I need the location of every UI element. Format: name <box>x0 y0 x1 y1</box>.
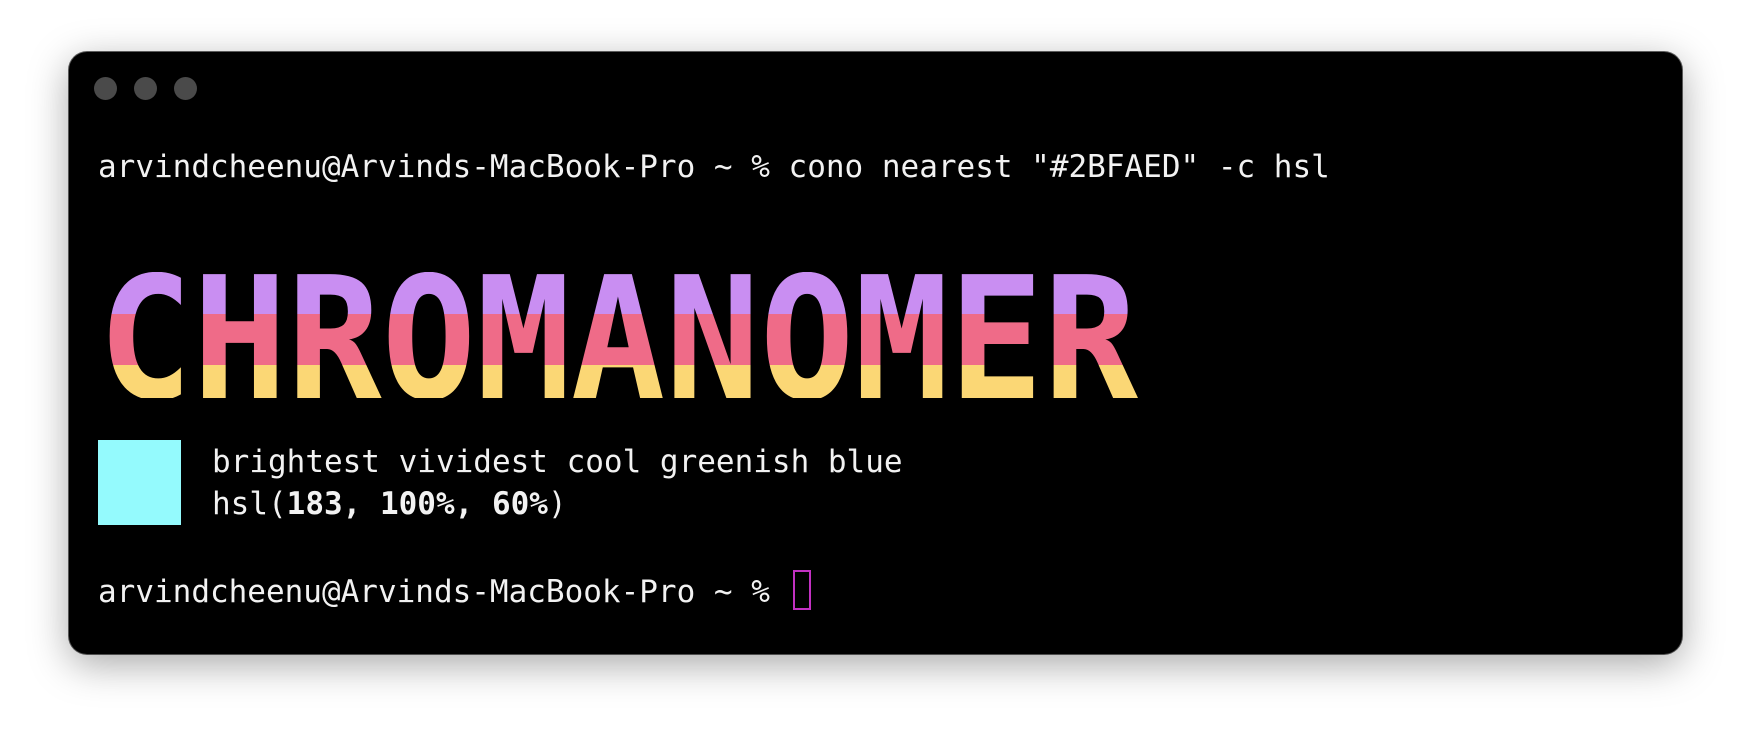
terminal-window: arvindcheenu@Arvinds-MacBook-Pro ~ % con… <box>69 52 1682 654</box>
window-controls <box>94 77 197 100</box>
banner-text: CHROMANOMER <box>98 272 1138 398</box>
text-cursor <box>792 570 811 610</box>
minimize-button[interactable] <box>134 77 157 100</box>
color-swatch <box>98 440 181 525</box>
zoom-button[interactable] <box>174 77 197 100</box>
chromanomer-banner: CHROMANOMER <box>98 272 1138 398</box>
command-line: arvindcheenu@Arvinds-MacBook-Pro ~ % con… <box>98 149 1330 185</box>
close-button[interactable] <box>94 77 117 100</box>
hsl-suffix: ) <box>547 486 567 522</box>
hsl-numbers: 183, 100%, 60% <box>286 486 548 522</box>
prompt-text: arvindcheenu@Arvinds-MacBook-Pro ~ % <box>98 574 789 610</box>
hsl-value: hsl(183, 100%, 60%) <box>212 489 567 520</box>
color-name: brightest vividest cool greenish blue <box>212 444 903 480</box>
hsl-prefix: hsl( <box>212 486 287 522</box>
prompt-line[interactable]: arvindcheenu@Arvinds-MacBook-Pro ~ % <box>98 570 811 610</box>
